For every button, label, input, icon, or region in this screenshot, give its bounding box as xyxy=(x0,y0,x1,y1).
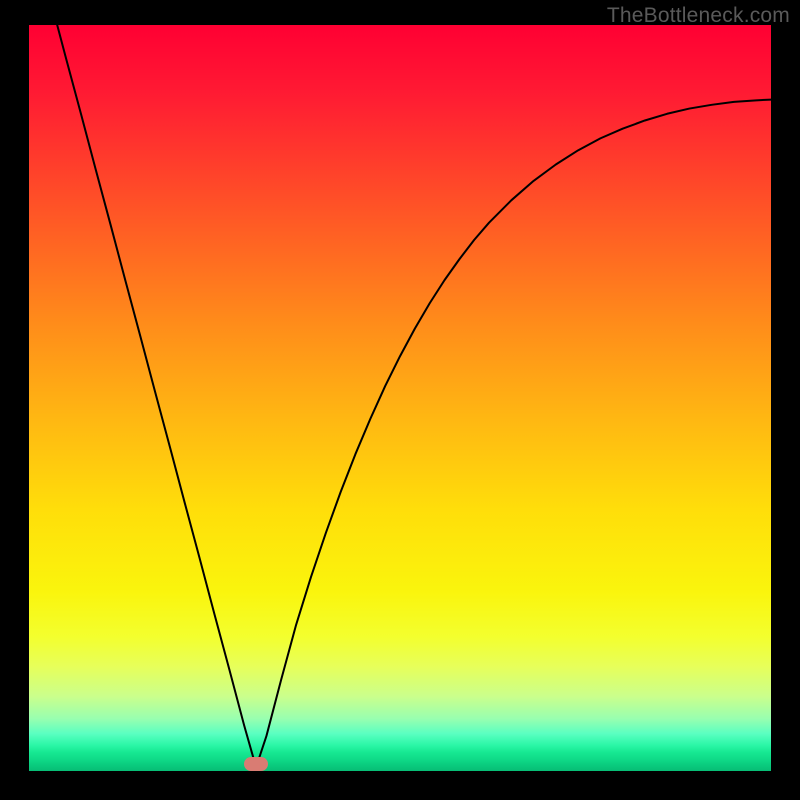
plot-area xyxy=(29,25,771,771)
minimum-marker xyxy=(244,757,268,771)
watermark: TheBottleneck.com xyxy=(607,4,790,28)
chart-frame: TheBottleneck.com xyxy=(0,0,800,800)
bottleneck-curve xyxy=(29,25,771,771)
